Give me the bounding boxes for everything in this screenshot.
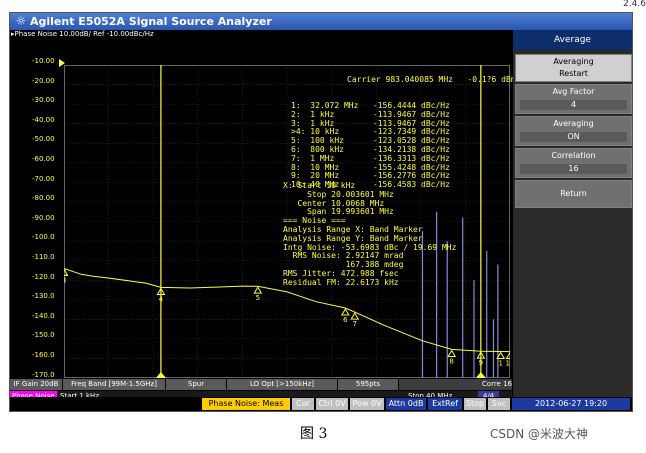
band-edge-marker-icon <box>475 372 486 378</box>
title-bar: ☼ Agilent E5052A Signal Source Analyzer <box>10 13 632 30</box>
analyzer-window: ☼ Agilent E5052A Signal Source Analyzer … <box>9 12 633 412</box>
y-tick-label: -20.00 <box>32 76 55 85</box>
instrument-status-bar: Phase Noise: Meas Cor Ctrl 0V Pow 0V Att… <box>10 397 632 411</box>
measurement-state: Phase Noise: Meas <box>202 398 290 410</box>
softkey-correlation[interactable]: Corre 16 <box>399 379 512 390</box>
status-pow: Pow 0V <box>350 398 384 410</box>
figure-caption: 图 3 <box>300 426 328 442</box>
marker-triangle-icon <box>340 308 350 316</box>
softkey-lo-opt[interactable]: LO Opt [>150kHz] <box>227 379 337 390</box>
analysis-line: Residual FM: 22.6173 kHz <box>283 277 399 287</box>
marker-number-label: 8 <box>449 357 453 365</box>
status-ctrl: Ctrl 0V <box>316 398 348 410</box>
y-tick-label: -130.0 <box>32 292 55 301</box>
averaging-restart-key[interactable]: Averaging Restart <box>515 54 632 82</box>
agilent-starburst-icon: ☼ <box>15 14 27 28</box>
y-tick-label: -70.00 <box>32 174 55 183</box>
y-tick-label: -30.00 <box>32 96 55 105</box>
key-label: Return <box>560 189 587 198</box>
carrier-readout: Carrier 983.040085 MHz -0.1?6 dBm <box>347 74 516 84</box>
band-edge-marker-icon <box>155 372 166 378</box>
key-value: Restart <box>559 69 588 78</box>
softkey-if-gain[interactable]: IF Gain 20dB <box>10 379 62 390</box>
window-title: Agilent E5052A Signal Source Analyzer <box>30 15 272 28</box>
y-tick-label: -160.0 <box>32 351 55 359</box>
status-stop: Stop <box>464 398 486 410</box>
softkey-spur[interactable]: Spur <box>166 379 226 390</box>
marker-number-label: 5 <box>256 294 260 302</box>
y-tick-label: -50.00 <box>32 135 55 144</box>
marker-triangle-icon <box>350 312 360 320</box>
y-tick-label: -90.00 <box>32 213 55 222</box>
noise-analysis-info: X: Start 10 kHz Stop 20.003601 MHz Cente… <box>283 181 456 288</box>
page-corner-text: 2.4.6 <box>623 0 646 9</box>
status-cor: Cor <box>292 398 314 410</box>
marker-number-label: 4 <box>159 295 164 303</box>
trace-header: ▸Phase Noise 10.00dB/ Ref -10.00dBc/Hz <box>11 30 154 38</box>
averaging-toggle-key[interactable]: Averaging ON <box>515 116 632 146</box>
y-tick-label: -40.00 <box>32 115 55 124</box>
status-svc: Svc <box>488 398 510 410</box>
key-label: Correlation <box>551 151 596 160</box>
marker-number-label: 9 <box>479 359 483 367</box>
watermark: CSDN @米波大神 <box>490 427 589 441</box>
measurement-screen[interactable]: ▸Phase Noise 10.00dB/ Ref -10.00dBc/Hz -… <box>10 30 516 402</box>
y-tick-label: -120.0 <box>32 272 55 281</box>
avg-factor-key[interactable]: Avg Factor 4 <box>515 84 632 114</box>
correlation-key[interactable]: Correlation 16 <box>515 148 632 178</box>
softkey-points[interactable]: 595pts <box>338 379 398 390</box>
key-value: 4 <box>520 100 627 110</box>
marker-number-label: 6 <box>343 316 348 324</box>
key-value: ON <box>520 132 627 142</box>
y-tick-label: -10.00 <box>32 57 55 65</box>
menu-title: Average <box>513 30 632 50</box>
marker-number-label: 7 <box>353 320 357 328</box>
key-value: 16 <box>520 164 627 174</box>
marker-number-label: 3 <box>64 276 66 284</box>
softkey-menu: Average Averaging Restart Avg Factor 4 A… <box>513 30 632 397</box>
y-tick-label: -110.0 <box>32 253 55 261</box>
y-tick-label: -150.0 <box>32 331 55 340</box>
y-tick-label: -170.0 <box>32 370 55 379</box>
marker-triangle-icon <box>253 286 263 294</box>
y-tick-label: -60.00 <box>32 155 55 163</box>
y-tick-label: -100.0 <box>32 233 55 242</box>
marker-triangle-icon <box>447 349 457 357</box>
status-attn: Attn 0dB <box>386 398 426 410</box>
key-label: Averaging <box>553 119 594 128</box>
y-tick-label: -140.0 <box>32 311 55 320</box>
marker-number-label: 1 <box>498 359 502 367</box>
return-key[interactable]: Return <box>515 180 632 208</box>
y-tick-label: -80.00 <box>32 194 55 203</box>
key-label: Avg Factor <box>552 87 595 96</box>
status-extref: ExtRef <box>428 398 462 410</box>
softkey-freq-band[interactable]: Freq Band [99M-1.5GHz] <box>63 379 165 390</box>
key-label: Averaging <box>553 57 594 66</box>
marker-number-label: 10 <box>506 360 510 368</box>
date-time: 2012-06-27 19:20 <box>512 398 630 410</box>
marker-list: 1: 32.072 MHz -156.4444 dBc/Hz 2: 1 kHz -… <box>291 101 516 190</box>
